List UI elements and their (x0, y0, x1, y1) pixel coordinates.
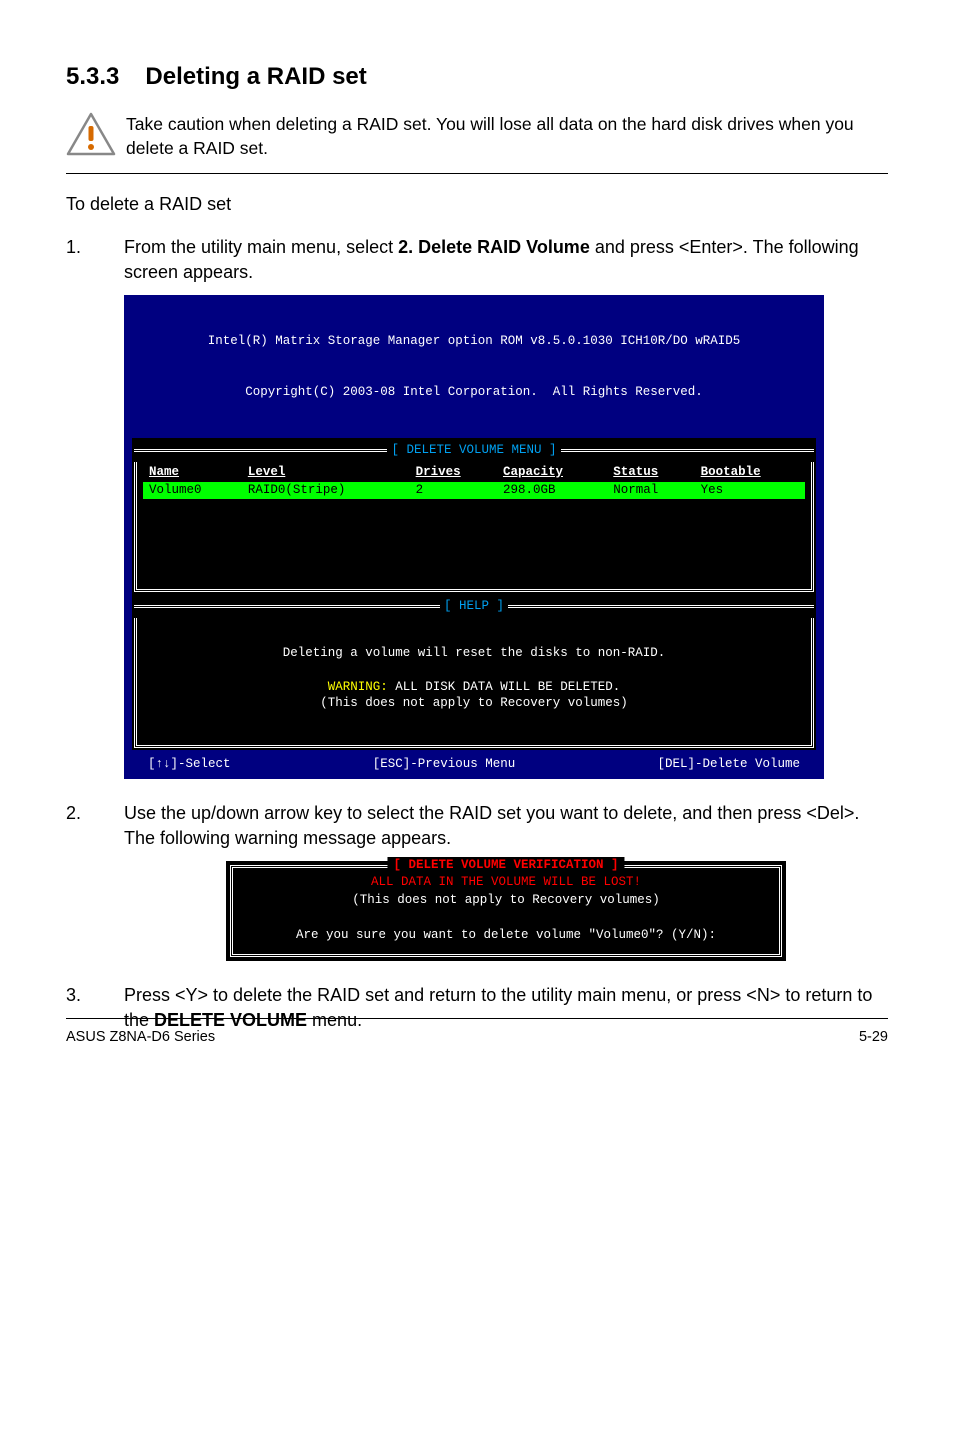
col-status: Status (607, 464, 694, 482)
bios-header-line1: Intel(R) Matrix Storage Manager option R… (124, 333, 824, 350)
col-name: Name (143, 464, 242, 482)
cell-status: Normal (607, 482, 694, 499)
footer-prev: [ESC]-Previous Menu (373, 756, 516, 773)
bios-header-line2: Copyright(C) 2003-08 Intel Corporation. … (124, 384, 824, 401)
bios-screen: Intel(R) Matrix Storage Manager option R… (124, 295, 824, 779)
help-line1: Deleting a volume will reset the disks t… (147, 645, 801, 662)
bios-body: [ DELETE VOLUME MENU ] Name Level Drives… (132, 438, 816, 750)
cell-bootable: Yes (695, 482, 805, 499)
bios-header: Intel(R) Matrix Storage Manager option R… (124, 299, 824, 434)
cell-drives: 2 (410, 482, 497, 499)
verify-body: ALL DATA IN THE VOLUME WILL BE LOST! (Th… (239, 874, 773, 944)
procedure-intro: To delete a RAID set (66, 192, 888, 217)
col-capacity: Capacity (497, 464, 607, 482)
footer-page: 5-29 (859, 1027, 888, 1047)
help-label: [ HELP ] (444, 598, 504, 615)
volume-table: Name Level Drives Capacity Status Bootab… (143, 464, 805, 499)
verify-warning: ALL DATA IN THE VOLUME WILL BE LOST! (239, 874, 773, 892)
divider (66, 173, 888, 174)
verify-note: (This does not apply to Recovery volumes… (239, 892, 773, 910)
verify-title: [ DELETE VOLUME VERIFICATION ] (387, 857, 624, 875)
section-title: Deleting a RAID set (145, 60, 366, 94)
verify-box: [ DELETE VOLUME VERIFICATION ] ALL DATA … (230, 865, 782, 957)
step-number: 2. (66, 801, 94, 851)
step-body: From the utility main menu, select 2. De… (124, 235, 888, 285)
section-heading: 5.3.3 Deleting a RAID set (66, 60, 888, 94)
footer-select: [↑↓]-Select (148, 756, 231, 773)
table-row[interactable]: Volume0 RAID0(Stripe) 2 298.0GB Normal Y… (143, 482, 805, 499)
table-header-row: Name Level Drives Capacity Status Bootab… (143, 464, 805, 482)
step-body: Use the up/down arrow key to select the … (124, 801, 888, 851)
help-warning-prefix: WARNING: (328, 680, 388, 694)
step-1: 1. From the utility main menu, select 2.… (66, 235, 888, 285)
step-number: 1. (66, 235, 94, 285)
delete-menu-box: Name Level Drives Capacity Status Bootab… (134, 462, 814, 592)
help-warning-tail: ALL DISK DATA WILL BE DELETED. (388, 680, 621, 694)
cell-capacity: 298.0GB (497, 482, 607, 499)
help-box: Deleting a volume will reset the disks t… (134, 618, 814, 748)
cell-level: RAID0(Stripe) (242, 482, 410, 499)
col-drives: Drives (410, 464, 497, 482)
help-body: Deleting a volume will reset the disks t… (143, 620, 805, 726)
verify-prompt: Are you sure you want to delete volume "… (239, 927, 773, 945)
col-level: Level (242, 464, 410, 482)
bios-footer: [↑↓]-Select [ESC]-Previous Menu [DEL]-De… (124, 750, 824, 773)
footer-delete: [DEL]-Delete Volume (657, 756, 800, 773)
delete-menu-label: [ DELETE VOLUME MENU ] (391, 442, 556, 459)
help-line2: (This does not apply to Recovery volumes… (147, 695, 801, 712)
help-warning-line: WARNING: ALL DISK DATA WILL BE DELETED. (147, 679, 801, 696)
col-bootable: Bootable (695, 464, 805, 482)
step1-bold: 2. Delete RAID Volume (398, 237, 590, 257)
bios-screenshot: Intel(R) Matrix Storage Manager option R… (124, 295, 888, 779)
step-2: 2. Use the up/down arrow key to select t… (66, 801, 888, 851)
cell-name: Volume0 (143, 482, 242, 499)
help-title-line: [ HELP ] (132, 598, 816, 618)
section-number: 5.3.3 (66, 60, 119, 94)
footer-product: ASUS Z8NA-D6 Series (66, 1027, 215, 1047)
verification-screenshot: [ DELETE VOLUME VERIFICATION ] ALL DATA … (124, 861, 888, 961)
caution-block: Take caution when deleting a RAID set. Y… (66, 112, 888, 161)
caution-text: Take caution when deleting a RAID set. Y… (66, 112, 888, 161)
verify-screen: [ DELETE VOLUME VERIFICATION ] ALL DATA … (226, 861, 786, 961)
page-footer: ASUS Z8NA-D6 Series 5-29 (66, 1018, 888, 1047)
step1-text-a: From the utility main menu, select (124, 237, 398, 257)
delete-menu-title-line: [ DELETE VOLUME MENU ] (132, 442, 816, 462)
